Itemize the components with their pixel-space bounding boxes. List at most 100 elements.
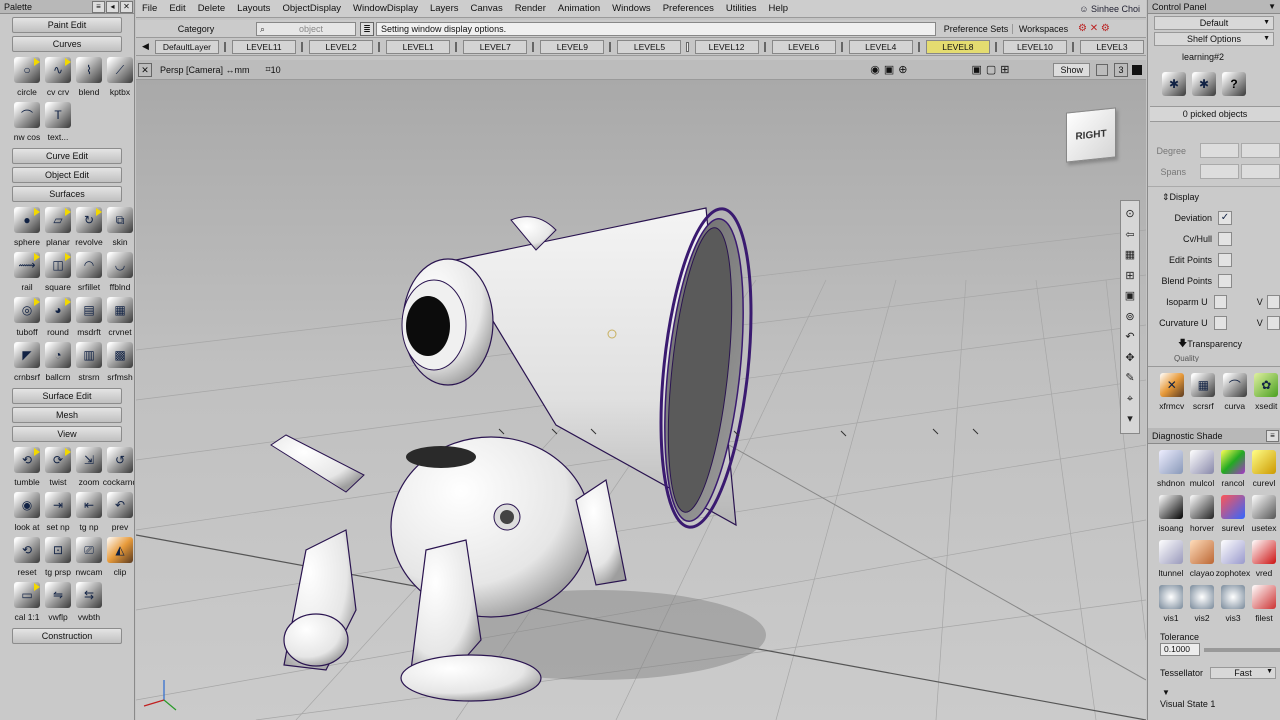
tool-tg-np[interactable]: ⇤ tg np bbox=[74, 490, 104, 535]
diag-tool-rancol[interactable]: rancol bbox=[1218, 448, 1248, 493]
layer-checkbox[interactable] bbox=[378, 41, 381, 52]
workspaces-button[interactable]: Workspaces bbox=[1012, 23, 1074, 34]
option-checkbox-v[interactable] bbox=[1266, 315, 1280, 330]
shelf-tool-curva[interactable]: ⌒ curva bbox=[1221, 371, 1249, 416]
menu-windowdisplay[interactable]: WindowDisplay bbox=[347, 3, 424, 14]
diag-tool-filest[interactable]: filest bbox=[1249, 583, 1279, 628]
palette-section-construction[interactable]: Construction bbox=[12, 628, 122, 644]
layer-level3[interactable]: LEVEL3 bbox=[1080, 39, 1145, 54]
layer-level12[interactable]: LEVEL12 bbox=[694, 39, 759, 54]
frame-icon[interactable]: ▦ bbox=[1125, 245, 1135, 266]
tool-zoom[interactable]: ⇲ zoom bbox=[74, 445, 104, 490]
tools-icons[interactable]: ⚙ ✕ ⚙ bbox=[1078, 23, 1110, 34]
tolerance-field[interactable]: 0.1000 bbox=[1160, 643, 1200, 656]
brush-icon[interactable]: ✎ bbox=[1125, 368, 1134, 389]
palette-section-curve-edit[interactable]: Curve Edit bbox=[12, 148, 122, 164]
degree-field-v[interactable] bbox=[1241, 143, 1280, 158]
diagnostic-menu-icon[interactable]: ≡ bbox=[1266, 429, 1279, 442]
menu-edit[interactable]: Edit bbox=[163, 3, 191, 14]
category-label[interactable]: Category bbox=[136, 24, 256, 34]
shelf-options-dropdown[interactable]: Shelf Options ▼ bbox=[1154, 32, 1274, 46]
layer-scroll-left-icon[interactable]: ◀ bbox=[136, 41, 155, 52]
palette-minimize-icon[interactable]: ◂ bbox=[106, 0, 119, 13]
camera-icons[interactable]: ◉▣⊕ bbox=[870, 63, 911, 76]
diag-tool-mulcol[interactable]: mulcol bbox=[1187, 448, 1217, 493]
tool-ffblnd[interactable]: ◡ ffblnd bbox=[105, 250, 134, 295]
layer-checkbox[interactable] bbox=[840, 41, 843, 52]
back-icon[interactable]: ⇦ bbox=[1125, 225, 1134, 246]
tool-crvnet[interactable]: ▦ crvnet bbox=[105, 295, 134, 340]
layer-checkbox[interactable] bbox=[917, 41, 920, 52]
shelf-tool-scrsrf[interactable]: ▦ scrsrf bbox=[1190, 371, 1218, 416]
menu-animation[interactable]: Animation bbox=[552, 3, 606, 14]
prompt-history-icon[interactable]: ≣ bbox=[360, 21, 374, 36]
shelf-tab[interactable]: learning#2 bbox=[1182, 52, 1280, 66]
menu-file[interactable]: File bbox=[136, 3, 163, 14]
layer-level5[interactable]: LEVEL5 bbox=[617, 39, 682, 54]
tool-kptbx[interactable]: ⟋ kptbx bbox=[105, 55, 134, 100]
tool-vwbth[interactable]: ⇆ vwbth bbox=[74, 580, 104, 625]
layer-checkbox[interactable] bbox=[223, 41, 227, 52]
tolerance-slider[interactable] bbox=[1204, 647, 1280, 652]
tool-tuboff[interactable]: ◎ tuboff bbox=[12, 295, 42, 340]
palette-section-view[interactable]: View bbox=[12, 426, 122, 442]
layer-level1[interactable]: LEVEL1 bbox=[386, 39, 451, 54]
tool-strsrn[interactable]: ▥ strsrn bbox=[74, 340, 104, 385]
diag-tool-zophotex[interactable]: zophotex bbox=[1216, 538, 1250, 583]
menu-windows[interactable]: Windows bbox=[606, 3, 657, 14]
tool-rail[interactable]: ⟿ rail bbox=[12, 250, 42, 295]
tool-crnbsrf[interactable]: ◤ crnbsrf bbox=[12, 340, 42, 385]
option-checkbox[interactable] bbox=[1218, 231, 1232, 246]
tool-nwcam[interactable]: ⎚ nwcam bbox=[74, 535, 104, 580]
menu-layouts[interactable]: Layouts bbox=[231, 3, 276, 14]
transparency-row[interactable]: 🡇 Transparency bbox=[1148, 333, 1280, 354]
window-count[interactable]: 3 bbox=[1114, 62, 1128, 77]
layer-level7[interactable]: LEVEL7 bbox=[463, 39, 528, 54]
spans-field[interactable] bbox=[1199, 164, 1239, 179]
quality-row[interactable]: Quality bbox=[1148, 354, 1280, 362]
tool-srfmsh[interactable]: ▩ srfmsh bbox=[105, 340, 134, 385]
tool-tumble[interactable]: ⟲ tumble bbox=[12, 445, 42, 490]
tool-msdrft[interactable]: ▤ msdrft bbox=[74, 295, 104, 340]
tool-round[interactable]: ◕ round bbox=[43, 295, 73, 340]
palette-section-object-edit[interactable]: Object Edit bbox=[12, 167, 122, 183]
palette-close-icon[interactable]: ✕ bbox=[120, 0, 133, 13]
shelf-tool-icon[interactable]: ✱ bbox=[1162, 72, 1186, 96]
tool-ballcrn[interactable]: ◔ ballcrn bbox=[43, 340, 73, 385]
option-checkbox[interactable] bbox=[1218, 252, 1232, 267]
shelf-tool-xfrmcv[interactable]: ✕ xfrmcv bbox=[1158, 371, 1186, 416]
diag-tool-shdnon[interactable]: shdnon bbox=[1156, 448, 1186, 493]
target-icon[interactable]: ⊚ bbox=[1125, 307, 1134, 328]
diag-tool-clayao[interactable]: clayao bbox=[1187, 538, 1217, 583]
menu-help[interactable]: Help bbox=[763, 3, 795, 14]
option-checkbox[interactable]: ✓ bbox=[1218, 210, 1232, 225]
palette-section-curves[interactable]: Curves bbox=[12, 36, 122, 52]
layer-checkbox[interactable] bbox=[609, 41, 612, 52]
menu-layers[interactable]: Layers bbox=[424, 3, 465, 14]
tool-planar[interactable]: ▱ planar bbox=[43, 205, 73, 250]
palette-menu-icon[interactable]: ≡ bbox=[92, 0, 105, 13]
tool-look-at[interactable]: ◉ look at bbox=[12, 490, 42, 535]
menu-utilities[interactable]: Utilities bbox=[720, 3, 763, 14]
spans-field-v[interactable] bbox=[1241, 164, 1280, 179]
diag-tool-horver[interactable]: horver bbox=[1187, 493, 1217, 538]
tool-cal-1-1[interactable]: ▭ cal 1:1 bbox=[12, 580, 42, 625]
layer-checkbox[interactable] bbox=[301, 41, 304, 52]
tool-blend[interactable]: ⌇ blend bbox=[74, 55, 104, 100]
tool-twist[interactable]: ⟳ twist bbox=[43, 445, 73, 490]
panel-menu-icon[interactable]: ▼ bbox=[1268, 2, 1276, 11]
diag-tool-vis1[interactable]: vis1 bbox=[1156, 583, 1186, 628]
tessellator-dropdown[interactable]: Fast ▼ bbox=[1210, 667, 1276, 679]
diag-tool-vis2[interactable]: vis2 bbox=[1187, 583, 1217, 628]
layer-checkbox[interactable] bbox=[455, 41, 458, 52]
tool-nw-cos[interactable]: ⌒ nw cos bbox=[12, 100, 42, 145]
tool-cockarnd[interactable]: ↺ cockarnd bbox=[103, 445, 134, 490]
layer-checkbox[interactable] bbox=[994, 41, 997, 52]
tool-srfillet[interactable]: ◠ srfillet bbox=[74, 250, 104, 295]
layer-checkbox[interactable] bbox=[686, 41, 689, 52]
show-button[interactable]: Show bbox=[1053, 62, 1090, 77]
help-icon[interactable]: ? bbox=[1222, 72, 1246, 96]
tool-clip[interactable]: ◭ clip bbox=[105, 535, 134, 580]
maximize-icon[interactable] bbox=[1096, 63, 1108, 76]
diag-tool-curevl[interactable]: curevl bbox=[1249, 448, 1279, 493]
